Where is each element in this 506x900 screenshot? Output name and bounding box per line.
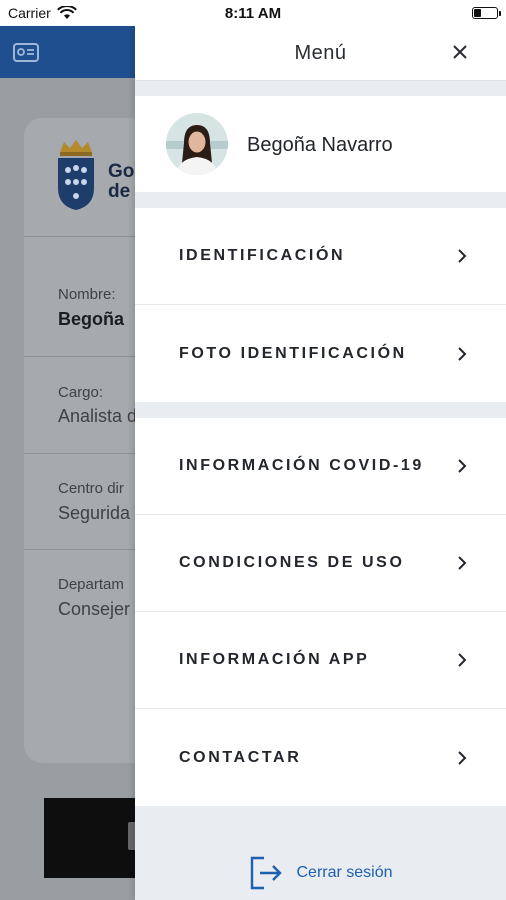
menu-group-secondary: INFORMACIÓN COVID-19 CONDICIONES DE USO …	[135, 418, 506, 806]
menu-item-informacion-app[interactable]: INFORMACIÓN APP	[135, 612, 506, 709]
field-label-name: Nombre:	[58, 286, 116, 303]
menu-group-primary: IDENTIFICACIÓN FOTO IDENTIFICACIÓN	[135, 208, 506, 402]
side-menu-drawer: Menú Begoña Navarro IDENTIFICACIÓN FOTO …	[135, 26, 506, 900]
logout-icon	[251, 856, 283, 890]
chevron-right-icon	[458, 346, 467, 361]
status-time: 8:11 AM	[224, 4, 282, 22]
avatar-photo	[166, 113, 228, 175]
chevron-right-icon	[458, 653, 467, 667]
logout-button[interactable]: Cerrar sesión	[135, 846, 506, 900]
menu-item-label: IDENTIFICACIÓN	[179, 247, 346, 264]
chevron-right-icon	[458, 750, 467, 765]
menu-item-foto-identificacion[interactable]: FOTO IDENTIFICACIÓN	[135, 305, 506, 402]
menu-item-label: INFORMACIÓN APP	[179, 651, 370, 668]
menu-item-label: CONTACTAR	[179, 748, 302, 766]
close-icon	[453, 45, 467, 59]
profile-name: Begoña Navarro	[247, 134, 393, 156]
menu-item-identificacion[interactable]: IDENTIFICACIÓN	[135, 208, 506, 305]
menu-item-contactar[interactable]: CONTACTAR	[135, 709, 506, 806]
carrier-info: Carrier	[0, 5, 77, 21]
chevron-right-icon	[458, 459, 467, 473]
field-label-departamento: Departam	[58, 576, 124, 593]
close-button[interactable]	[450, 42, 470, 62]
drawer-header: Menú	[135, 26, 506, 81]
field-label-centro: Centro dir	[58, 480, 124, 497]
menu-item-label: FOTO IDENTIFICACIÓN	[179, 344, 407, 362]
profile-section[interactable]: Begoña Navarro	[135, 96, 506, 192]
field-value-departamento: Consejer	[58, 599, 131, 619]
menu-item-informacion-covid[interactable]: INFORMACIÓN COVID-19	[135, 418, 506, 515]
id-card-icon[interactable]	[12, 40, 40, 64]
logout-label: Cerrar sesión	[296, 864, 393, 881]
menu-item-condiciones-uso[interactable]: CONDICIONES DE USO	[135, 515, 506, 612]
wifi-icon	[56, 6, 77, 19]
field-value-cargo: Analista d	[58, 406, 138, 426]
field-value-centro: Segurida	[58, 503, 131, 523]
coat-of-arms-logo	[58, 140, 94, 210]
status-bar: Carrier 8:11 AM	[0, 0, 506, 26]
carrier-label: Carrier	[8, 5, 51, 21]
chevron-right-icon	[458, 249, 467, 263]
battery-area	[472, 7, 506, 19]
field-value-name: Begoña	[58, 309, 125, 329]
avatar	[166, 113, 228, 175]
chevron-right-icon	[458, 556, 467, 570]
menu-item-label: CONDICIONES DE USO	[179, 554, 405, 571]
field-label-cargo: Cargo:	[58, 384, 104, 401]
battery-icon	[472, 7, 501, 19]
logo-text: Go de	[108, 161, 135, 202]
menu-item-label: INFORMACIÓN COVID-19	[179, 457, 424, 474]
